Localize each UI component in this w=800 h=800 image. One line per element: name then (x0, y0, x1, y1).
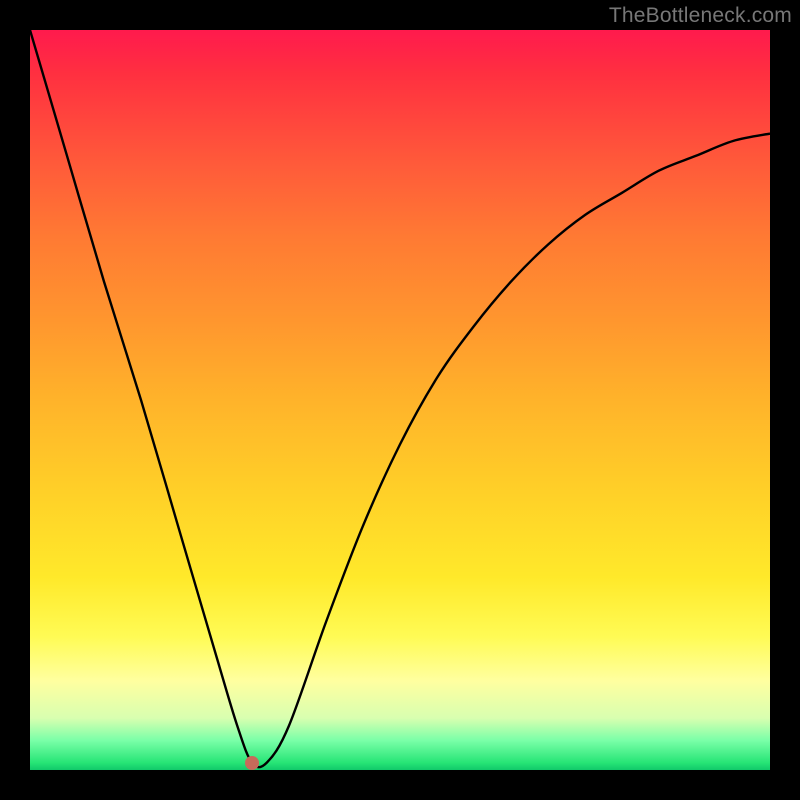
bottleneck-curve-svg (30, 30, 770, 770)
bottleneck-curve-path (30, 30, 770, 767)
chart-plot-area (30, 30, 770, 770)
optimal-point-marker (245, 756, 259, 770)
watermark-text: TheBottleneck.com (609, 4, 792, 28)
